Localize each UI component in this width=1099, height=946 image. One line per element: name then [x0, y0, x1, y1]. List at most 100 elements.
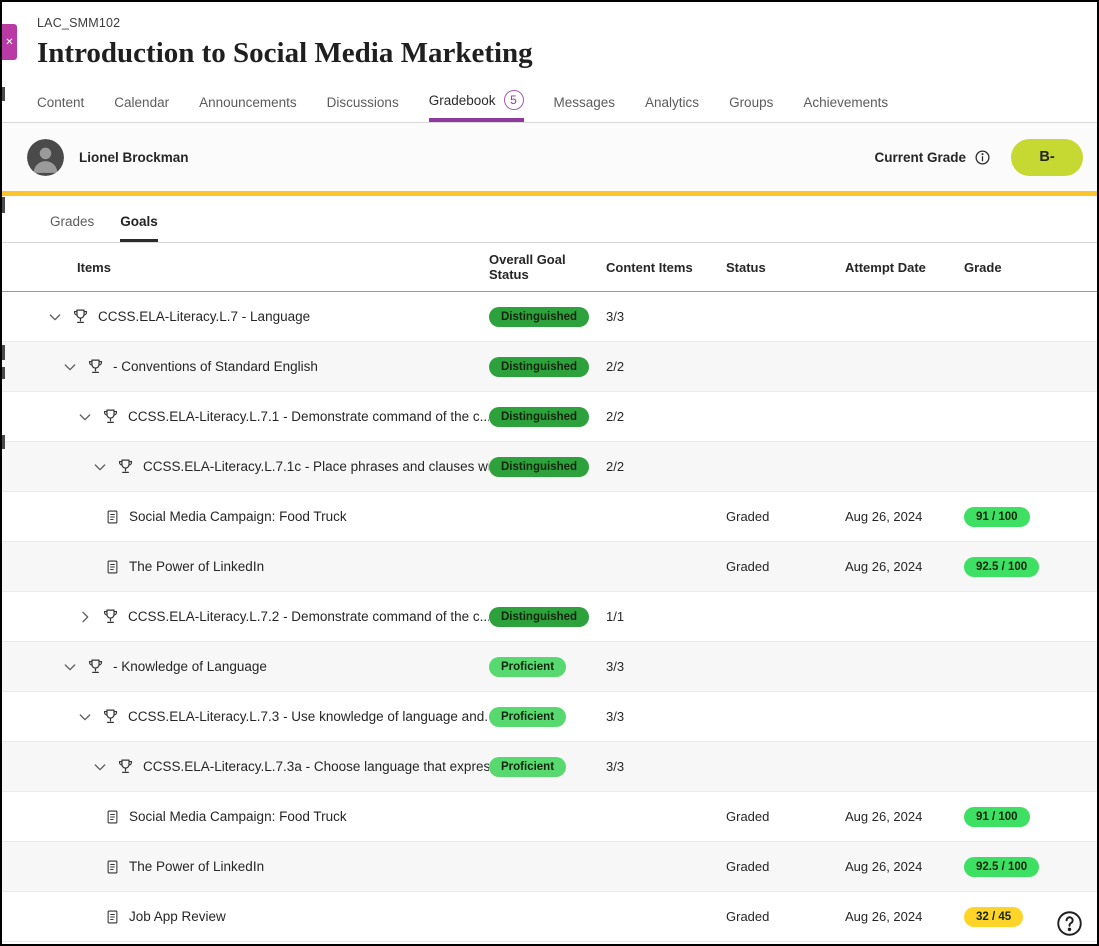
status-value: Graded	[726, 509, 769, 524]
goal-row: - Conventions of Standard EnglishDisting…	[2, 342, 1097, 392]
gradebook-count-badge: 5	[504, 90, 524, 110]
edge-artifact	[2, 367, 5, 379]
attempt-date-value: Aug 26, 2024	[845, 859, 922, 874]
column-overall-goal-status: Overall Goal Status	[489, 252, 606, 282]
content-item-label: Job App Review	[129, 909, 226, 924]
content-items-count: 3/3	[606, 759, 624, 774]
student-name: Lionel Brockman	[79, 150, 189, 165]
column-attempt-date: Attempt Date	[845, 260, 964, 275]
subtab-goals[interactable]: Goals	[120, 214, 158, 242]
tab-analytics[interactable]: Analytics	[645, 95, 699, 122]
content-item-label: Social Media Campaign: Food Truck	[129, 509, 347, 524]
gradebook-subtabs: Grades Goals	[2, 196, 1097, 243]
info-icon[interactable]	[974, 149, 991, 166]
tab-discussions[interactable]: Discussions	[327, 95, 399, 122]
goal-row: CCSS.ELA-Literacy.L.7.1c - Place phrases…	[2, 442, 1097, 492]
content-item-label: The Power of LinkedIn	[129, 859, 264, 874]
column-content-items: Content Items	[606, 260, 726, 275]
goal-trophy-icon	[102, 408, 119, 425]
content-item-label: Social Media Campaign: Food Truck	[129, 809, 347, 824]
goal-trophy-icon	[117, 458, 134, 475]
document-icon	[105, 859, 120, 875]
goal-row: CCSS.ELA-Literacy.L.7.1 - Demonstrate co…	[2, 392, 1097, 442]
goal-trophy-icon	[102, 708, 119, 725]
goal-status-pill: Distinguished	[489, 457, 589, 477]
goal-status-pill: Distinguished	[489, 407, 589, 427]
document-icon	[105, 509, 120, 525]
course-header: LAC_SMM102 Introduction to Social Media …	[2, 2, 1097, 70]
content-items-count: 3/3	[606, 659, 624, 674]
goal-status-pill: Proficient	[489, 757, 566, 777]
attempt-date-value: Aug 26, 2024	[845, 559, 922, 574]
tab-calendar[interactable]: Calendar	[114, 95, 169, 122]
expand-chevron-icon[interactable]	[77, 709, 93, 725]
edge-artifact	[2, 197, 5, 213]
tab-label: Groups	[729, 95, 773, 110]
expand-chevron-icon[interactable]	[77, 609, 93, 625]
person-icon	[27, 139, 64, 176]
tab-messages[interactable]: Messages	[554, 95, 616, 122]
column-grade: Grade	[964, 260, 1077, 275]
document-icon	[105, 909, 120, 925]
status-value: Graded	[726, 909, 769, 924]
goal-status-pill: Distinguished	[489, 307, 589, 327]
expand-chevron-icon[interactable]	[62, 659, 78, 675]
goal-label: - Conventions of Standard English	[113, 359, 318, 374]
gradebook-page: ✕ LAC_SMM102 Introduction to Social Medi…	[0, 0, 1099, 946]
subtab-grades[interactable]: Grades	[50, 214, 94, 242]
expand-chevron-icon[interactable]	[77, 409, 93, 425]
goal-label: CCSS.ELA-Literacy.L.7.3 - Use knowledge …	[128, 709, 489, 724]
expand-chevron-icon[interactable]	[62, 359, 78, 375]
goal-status-pill: Proficient	[489, 657, 566, 677]
grade-pill: 32 / 45	[964, 907, 1023, 927]
goal-row: CCSS.ELA-Literacy.L.7 - Language Distingu…	[2, 292, 1097, 342]
attempt-date-value: Aug 26, 2024	[845, 809, 922, 824]
tab-groups[interactable]: Groups	[729, 95, 773, 122]
goal-trophy-icon	[72, 308, 89, 325]
goal-status-pill: Distinguished	[489, 607, 589, 627]
tab-gradebook[interactable]: Gradebook5	[429, 90, 524, 122]
grade-pill: 92.5 / 100	[964, 557, 1039, 577]
goal-label: CCSS.ELA-Literacy.L.7 - Language	[98, 309, 310, 324]
goal-row: - Knowledge of LanguageProficient3/3	[2, 642, 1097, 692]
close-icon: ✕	[5, 37, 13, 48]
document-icon	[105, 559, 120, 575]
current-grade-pill: B-	[1011, 139, 1083, 176]
tab-announcements[interactable]: Announcements	[199, 95, 297, 122]
attempt-date-value: Aug 26, 2024	[845, 909, 922, 924]
tab-label: Messages	[554, 95, 616, 110]
content-row: Social Media Campaign: Food TruckGradedA…	[2, 792, 1097, 842]
expand-chevron-icon[interactable]	[92, 459, 108, 475]
expand-chevron-icon[interactable]	[47, 309, 63, 325]
expand-chevron-icon[interactable]	[92, 759, 108, 775]
tab-achievements[interactable]: Achievements	[803, 95, 888, 122]
content-row: The Power of LinkedInGradedAug 26, 20249…	[2, 842, 1097, 892]
tab-content[interactable]: Content	[37, 95, 84, 122]
goal-row: CCSS.ELA-Literacy.L.7.3 - Use knowledge …	[2, 692, 1097, 742]
course-nav: Content Calendar Announcements Discussions G…	[2, 86, 1097, 123]
goal-label: CCSS.ELA-Literacy.L.7.1c - Place phrases…	[143, 459, 489, 474]
status-value: Graded	[726, 559, 769, 574]
goal-row: CCSS.ELA-Literacy.L.7.3a - Choose langua…	[2, 742, 1097, 792]
goals-table-header: Items Overall Goal Status Content Items …	[2, 243, 1097, 292]
content-items-count: 2/2	[606, 409, 624, 424]
edge-artifact	[2, 87, 5, 101]
panel-close-tab[interactable]: ✕	[2, 24, 17, 60]
edge-artifact	[2, 435, 5, 449]
tab-label: Content	[37, 95, 84, 110]
goals-table-body: CCSS.ELA-Literacy.L.7 - Language Distingu…	[2, 292, 1097, 942]
course-code: LAC_SMM102	[37, 16, 1097, 30]
student-bar: Lionel Brockman Current Grade B-	[2, 123, 1097, 191]
goal-trophy-icon	[102, 608, 119, 625]
goal-status-pill: Proficient	[489, 707, 566, 727]
help-button[interactable]	[1053, 907, 1085, 939]
document-icon	[105, 809, 120, 825]
content-items-count: 1/1	[606, 609, 624, 624]
tab-label: Discussions	[327, 95, 399, 110]
content-item-label: The Power of LinkedIn	[129, 559, 264, 574]
question-mark-icon	[1056, 910, 1083, 937]
grade-pill: 91 / 100	[964, 507, 1030, 527]
goal-trophy-icon	[87, 358, 104, 375]
tab-label: Calendar	[114, 95, 169, 110]
content-items-count: 3/3	[606, 709, 624, 724]
